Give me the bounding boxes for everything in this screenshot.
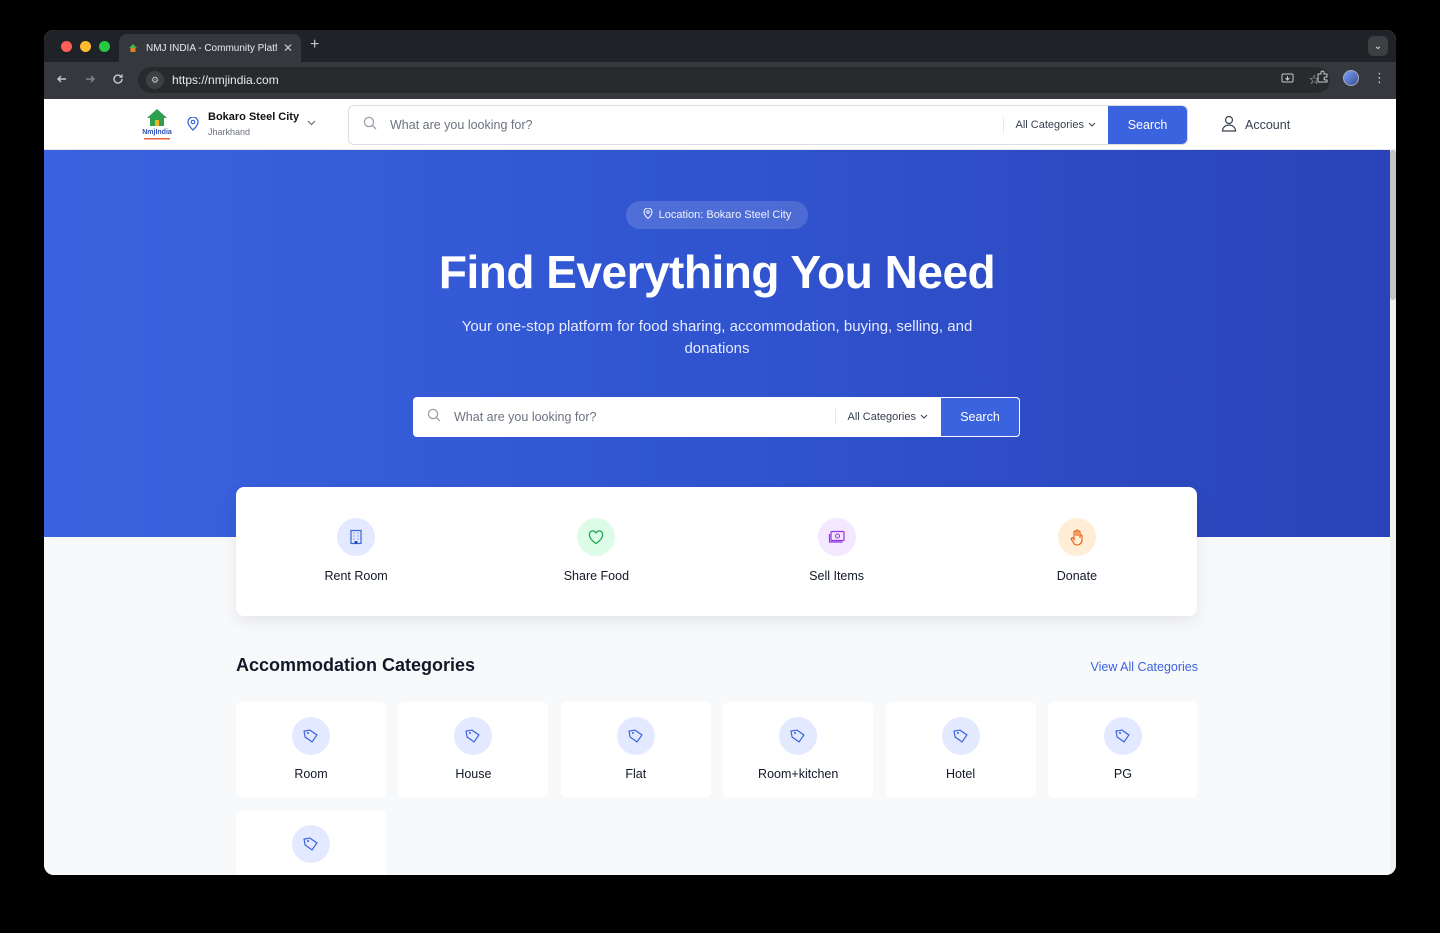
tag-icon [779, 717, 818, 755]
action-label: Sell Items [809, 569, 865, 583]
view-all-categories-link[interactable]: View All Categories [1091, 660, 1198, 674]
quick-actions-card: Rent Room Share Food Sell Items Donate [236, 487, 1197, 616]
category-card-flat[interactable]: Flat [560, 702, 711, 798]
tab-bar: NMJ INDIA - Community Platf ✕ + ⌄ [44, 30, 1396, 62]
hero-section: Location: Bokaro Steel City Find Everyth… [44, 150, 1390, 537]
category-card-hotel[interactable]: Hotel [885, 702, 1036, 798]
tag-icon [941, 717, 980, 755]
city-name[interactable]: Bokaro Steel City [208, 111, 299, 123]
chevron-down-icon[interactable] [306, 117, 317, 131]
action-label: Share Food [563, 569, 630, 583]
category-card-room[interactable]: Room [236, 702, 386, 798]
tag-icon [292, 825, 330, 863]
minimize-window-button[interactable] [80, 41, 91, 52]
site-settings-icon[interactable]: ⚙ [146, 71, 164, 89]
url-text: https://nmjindia.com [172, 73, 279, 87]
tag-icon [1103, 717, 1142, 755]
header-category-select[interactable]: All Categories [1002, 117, 1108, 133]
location-pin-icon [643, 207, 653, 222]
web-page: NmjIndia Bokaro Steel City Jharkhand Wha… [44, 99, 1396, 875]
hero-search-input[interactable]: What are you looking for? [454, 410, 835, 424]
action-share-food[interactable]: Share Food [476, 487, 716, 616]
page-scrollbar[interactable] [1390, 150, 1396, 875]
tag-icon [616, 717, 655, 755]
location-pin-icon [187, 116, 199, 136]
tag-icon [454, 717, 493, 755]
category-label: All Categories [1015, 119, 1084, 131]
browser-window: NMJ INDIA - Community Platf ✕ + ⌄ ⚙ http… [44, 30, 1396, 875]
menu-kebab-icon[interactable]: ⋮ [1373, 70, 1386, 86]
action-rent-room[interactable]: Rent Room [236, 487, 476, 616]
section-title: Accommodation Categories [236, 655, 476, 675]
category-label: All Categories [847, 411, 916, 423]
category-label: Flat [625, 767, 647, 781]
accommodation-grid: Room House Flat Room+kitchen Hotel PG [236, 702, 1198, 875]
browser-toolbar: ⋮ [1316, 70, 1386, 86]
tab-title: NMJ INDIA - Community Platf [146, 42, 277, 54]
nmjindia-logo[interactable]: NmjIndia [138, 107, 176, 143]
window-controls [61, 41, 110, 52]
heart-icon [577, 518, 616, 556]
favicon-icon [127, 42, 139, 54]
search-icon [363, 116, 377, 135]
chevron-down-icon [1088, 119, 1096, 131]
profile-avatar[interactable] [1343, 70, 1359, 86]
location-badge-text: Location: Bokaro Steel City [658, 209, 792, 221]
account-link[interactable]: Account [1221, 115, 1290, 135]
action-donate[interactable]: Donate [957, 487, 1197, 616]
tab-search-button[interactable]: ⌄ [1368, 36, 1388, 56]
hero-subline: Your one-stop platform for food sharing,… [461, 318, 973, 357]
location-badge: Location: Bokaro Steel City [626, 201, 808, 229]
hero-category-select[interactable]: All Categories [834, 409, 940, 425]
forward-icon[interactable] [84, 72, 96, 88]
back-icon[interactable] [56, 72, 68, 88]
action-sell-items[interactable]: Sell Items [717, 487, 957, 616]
maximize-window-button[interactable] [99, 41, 110, 52]
action-label: Donate [1056, 569, 1098, 583]
hero-search-button[interactable]: Search [940, 397, 1020, 437]
search-icon [427, 408, 441, 427]
category-label: Room+kitchen [758, 767, 839, 781]
header-search-input[interactable]: What are you looking for? [390, 118, 1003, 132]
category-label: House [455, 767, 492, 781]
money-icon [817, 518, 856, 556]
install-app-icon[interactable] [1281, 72, 1294, 88]
category-label: Room [294, 767, 328, 781]
action-label: Rent Room [324, 569, 388, 583]
close-tab-icon[interactable]: ✕ [283, 41, 293, 55]
header-search-button[interactable]: Search [1108, 106, 1187, 144]
category-card-room-kitchen[interactable]: Room+kitchen [723, 702, 874, 798]
address-bar: ⚙ https://nmjindia.com ☆ ⋮ [44, 62, 1396, 99]
scrollbar-thumb[interactable] [1390, 150, 1396, 300]
hero-headline: Find Everything You Need [438, 246, 996, 298]
browser-tab[interactable]: NMJ INDIA - Community Platf ✕ [119, 34, 301, 62]
hero-search-bar: What are you looking for? All Categories… [413, 397, 1020, 437]
category-card-house[interactable]: House [398, 702, 549, 798]
header-search-bar: What are you looking for? All Categories… [348, 105, 1188, 145]
extensions-icon[interactable] [1316, 70, 1329, 86]
account-label: Account [1245, 118, 1291, 132]
building-icon [337, 518, 376, 556]
category-label: PG [1113, 767, 1132, 781]
svg-text:NmjIndia: NmjIndia [142, 129, 172, 136]
user-icon [1221, 115, 1237, 135]
site-header: NmjIndia Bokaro Steel City Jharkhand Wha… [44, 99, 1396, 150]
state-name: Jharkhand [208, 127, 251, 137]
close-window-button[interactable] [61, 41, 72, 52]
url-field[interactable]: ⚙ https://nmjindia.com ☆ [138, 67, 1330, 93]
category-label: Hotel [945, 767, 976, 781]
hand-icon [1057, 518, 1096, 556]
tag-icon [292, 717, 330, 755]
category-card-more[interactable] [236, 810, 386, 875]
category-card-pg[interactable]: PG [1047, 702, 1198, 798]
new-tab-button[interactable]: + [310, 36, 319, 54]
reload-icon[interactable] [112, 72, 124, 88]
chevron-down-icon [920, 411, 928, 423]
